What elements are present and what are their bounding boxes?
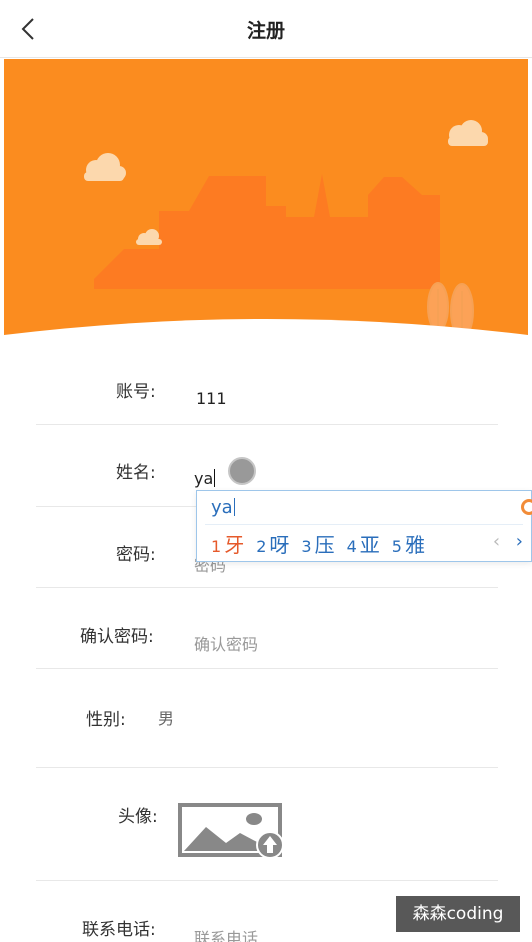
ime-candidate[interactable]: 5雅 (392, 529, 425, 558)
ime-candidate[interactable]: 3压 (301, 529, 334, 558)
gender-row: 性别: 男 (36, 669, 498, 768)
image-upload-icon[interactable] (178, 803, 290, 859)
ime-pinyin-text: ya (211, 497, 233, 518)
ime-candidate-list: 1牙 2呀 3压 4亚 5雅 (211, 529, 425, 558)
watermark: 森森coding (396, 896, 520, 932)
gender-label: 性别: (86, 710, 126, 730)
account-label: 账号: (116, 382, 156, 402)
phone-label: 联系电话: (82, 920, 156, 940)
ime-prev-page-icon[interactable]: ‹ (493, 531, 500, 552)
phone-input[interactable]: 联系电话 (194, 925, 258, 942)
ime-logo-icon (521, 499, 532, 515)
ime-page-nav: ‹ › (483, 531, 523, 552)
text-cursor (214, 469, 216, 487)
name-label: 姓名: (116, 463, 156, 483)
gender-value[interactable]: 男 (158, 705, 174, 729)
password-label: 密码: (116, 545, 156, 565)
top-bar: 注册 (0, 0, 532, 58)
avatar-label: 头像: (118, 807, 158, 827)
account-input[interactable]: 111 (196, 389, 227, 408)
ime-candidate-popup: ya 1牙 2呀 3压 4亚 5雅 ‹ › (196, 490, 532, 562)
ime-divider (205, 524, 523, 525)
name-input-value: ya (194, 469, 214, 488)
ime-next-page-icon[interactable]: › (516, 531, 523, 552)
page-title: 注册 (246, 20, 285, 42)
confirm-password-row: 确认密码: 确认密码 (36, 588, 498, 669)
confirm-password-input[interactable]: 确认密码 (194, 631, 258, 655)
touch-indicator (228, 457, 256, 485)
confirm-password-label: 确认密码: (80, 627, 154, 647)
ime-pinyin-input: ya (211, 497, 235, 518)
account-row: 账号: 111 (36, 340, 498, 425)
header-illustration (4, 59, 528, 359)
name-input[interactable]: ya (194, 469, 216, 488)
ime-cursor (233, 498, 235, 516)
ime-candidate[interactable]: 1牙 (211, 529, 244, 558)
ime-candidate[interactable]: 4亚 (347, 529, 380, 558)
ime-candidate[interactable]: 2呀 (256, 529, 289, 558)
